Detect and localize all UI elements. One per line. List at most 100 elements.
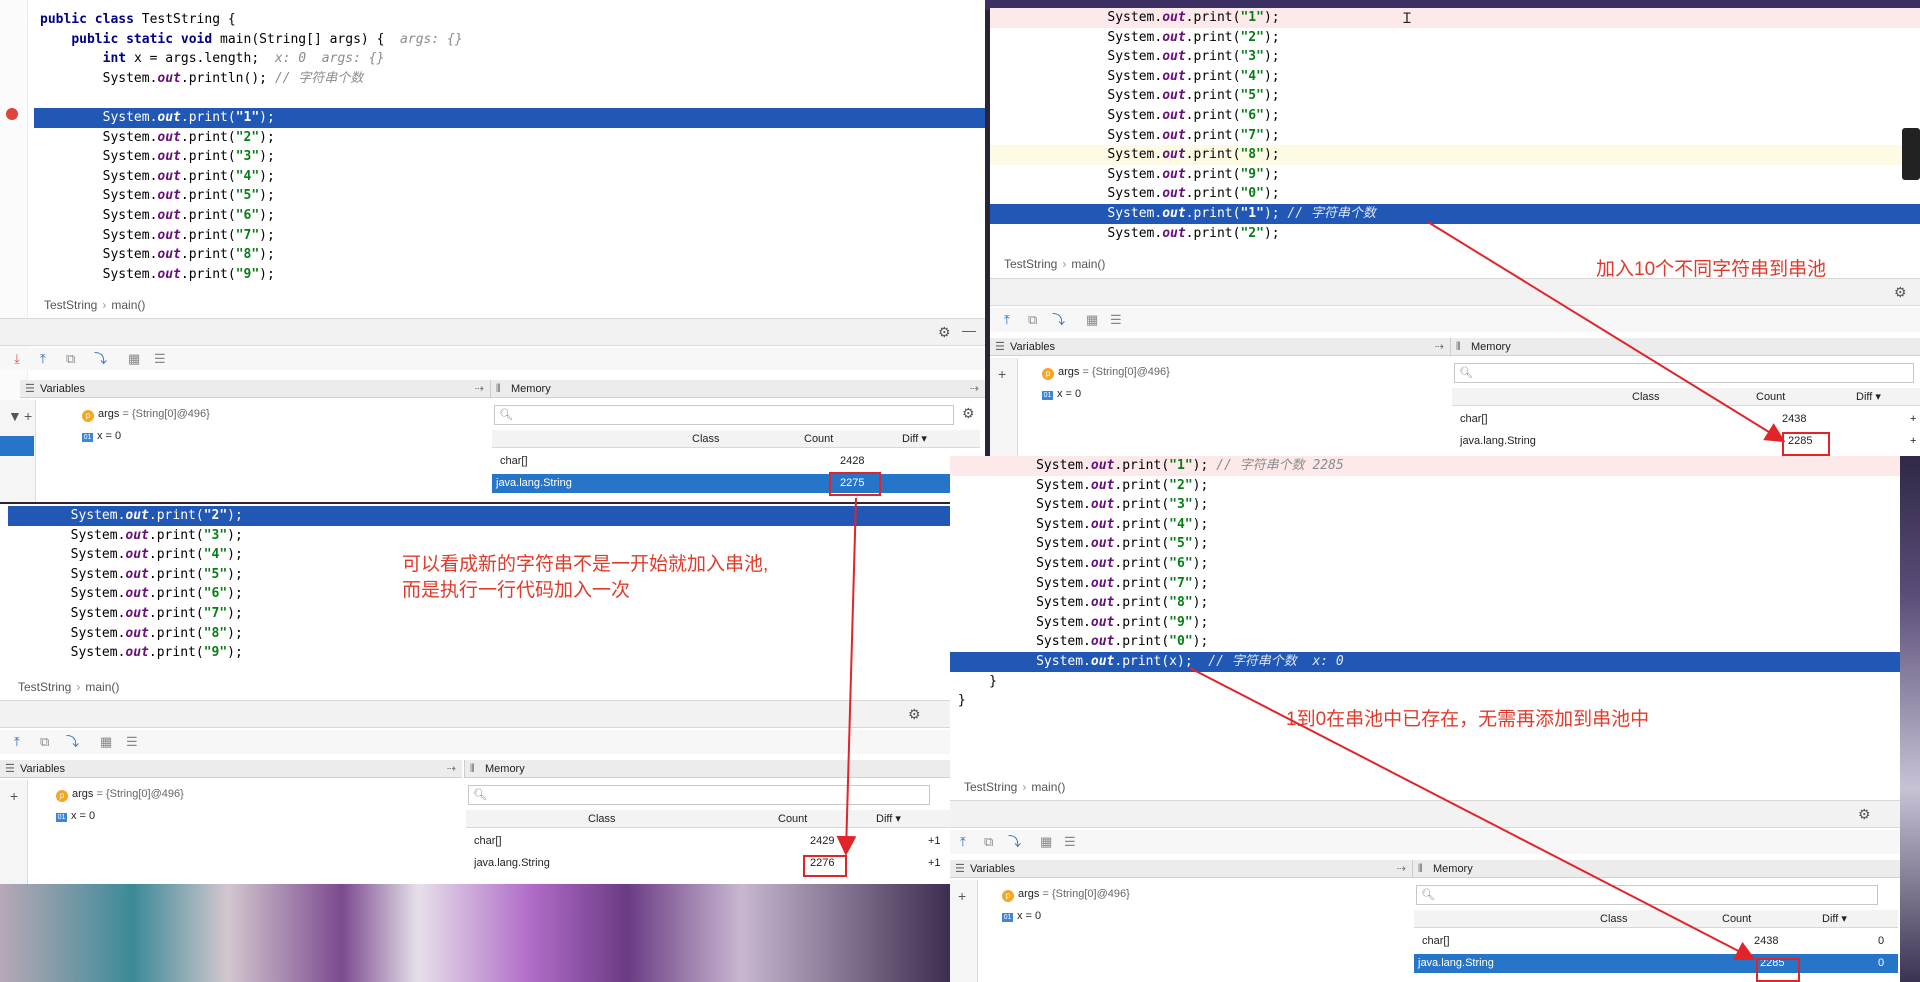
code-line[interactable]: System.out.print("8"); — [8, 624, 950, 644]
step-over-icon[interactable]: ⤓ — [14, 351, 20, 367]
code-line[interactable]: System.out.print("7"); — [950, 574, 1900, 594]
evaluate-icon[interactable]: ▦ — [1086, 312, 1098, 328]
code-line[interactable]: System.out.print("8"); — [40, 245, 985, 265]
code-line[interactable]: System.out.print("9"); — [990, 165, 1920, 185]
code-line[interactable]: int x = args.length; x: 0 args: {} — [40, 49, 985, 69]
settings-gear-icon[interactable]: ⚙ — [908, 706, 921, 723]
memory-row-char[interactable]: char[] 2429 +1 — [466, 832, 950, 851]
code-line[interactable]: } — [950, 672, 1900, 692]
code-line[interactable]: System.out.print("4"); — [990, 67, 1920, 87]
code-editor-2[interactable]: System.out.print("1"); System.out.print(… — [990, 8, 1920, 243]
trace-icon[interactable]: ☰ — [126, 734, 138, 750]
memory-search-input[interactable]: 🔍︎ — [494, 405, 954, 425]
drop-frame-icon[interactable]: ⧉ — [1028, 312, 1037, 328]
evaluate-icon[interactable]: ▦ — [128, 351, 140, 367]
code-line[interactable]: System.out.println(); // 字符串个数 — [40, 69, 985, 89]
code-line[interactable]: System.out.print("3"); — [40, 147, 985, 167]
code-line-current[interactable]: System.out.print(x); // 字符串个数 x: 0 — [950, 651, 1900, 672]
variable-args[interactable]: p args = {String[0]@496} — [56, 788, 184, 802]
code-line[interactable]: System.out.print("1"); // 字符串个数 2285 — [950, 456, 1900, 476]
breakpoint-icon[interactable] — [6, 108, 18, 120]
variable-args[interactable]: p args = {String[0]@496} — [1042, 366, 1170, 380]
trace-icon[interactable]: ☰ — [1110, 312, 1122, 328]
memory-row-string[interactable]: java.lang.String22750 — [492, 474, 980, 493]
code-line[interactable]: System.out.print("7"); — [990, 126, 1920, 146]
code-line[interactable]: System.out.print("7"); — [40, 226, 985, 246]
code-line[interactable]: System.out.print("5"); — [950, 534, 1900, 554]
settings-gear-icon[interactable]: ⚙ — [1894, 284, 1907, 301]
add-watch-icon[interactable]: + — [10, 788, 18, 804]
add-watch-icon[interactable]: + — [958, 888, 966, 904]
code-line[interactable]: System.out.print("5"); — [990, 86, 1920, 106]
code-line[interactable]: System.out.print("8"); — [950, 593, 1900, 613]
code-line[interactable]: public class TestString { — [40, 10, 985, 30]
code-line[interactable]: System.out.print("1"); // 字符串个数 — [990, 203, 1920, 224]
code-line[interactable]: System.out.print("0"); — [950, 632, 1900, 652]
code-line[interactable]: System.out.print("0"); — [990, 184, 1920, 204]
run-to-cursor-icon[interactable]: ⤵ — [1052, 312, 1065, 328]
variable-x[interactable]: 01 x = 0 — [1042, 388, 1081, 400]
trace-icon[interactable]: ☰ — [1064, 834, 1076, 850]
code-line[interactable]: System.out.print("3"); — [990, 47, 1920, 67]
code-line[interactable]: System.out.print("2"); — [40, 128, 985, 148]
debug-actions-bar: ⤒ ⧉ ⤵ ▦ ☰ — [950, 830, 1900, 854]
drop-frame-icon[interactable]: ⧉ — [66, 351, 75, 367]
step-out-icon[interactable]: ⤒ — [1004, 312, 1010, 328]
code-line[interactable]: System.out.print("1"); — [34, 107, 985, 128]
code-line[interactable]: System.out.print("4"); — [950, 515, 1900, 535]
variable-args[interactable]: p args = {String[0]@496} — [1002, 888, 1130, 902]
code-line[interactable]: System.out.print("7"); — [8, 604, 950, 624]
memory-search-input[interactable]: 🔍︎ — [1416, 885, 1878, 905]
code-editor-1[interactable]: public class TestString { public static … — [34, 10, 985, 285]
drop-frame-icon[interactable]: ⧉ — [40, 734, 49, 750]
step-out-icon[interactable]: ⤒ — [40, 351, 46, 367]
code-line[interactable]: System.out.print("6"); — [40, 206, 985, 226]
code-editor-4[interactable]: System.out.print("1"); // 字符串个数 2285 Sys… — [950, 456, 1900, 711]
variable-args[interactable]: p args = {String[0]@496} — [82, 408, 210, 422]
drop-frame-icon[interactable]: ⧉ — [984, 834, 993, 850]
run-to-cursor-icon[interactable]: ⤵ — [1008, 834, 1021, 850]
code-line[interactable]: System.out.print("8"); — [990, 145, 1920, 165]
minimize-icon[interactable]: — — [962, 322, 976, 338]
add-watch-icon[interactable]: + — [24, 408, 32, 424]
code-line[interactable]: System.out.print("3"); — [8, 526, 950, 546]
code-line[interactable]: System.out.print("2"); — [8, 506, 950, 526]
code-line[interactable]: System.out.print("5"); — [40, 186, 985, 206]
code-line[interactable]: public static void main(String[] args) {… — [40, 30, 985, 50]
memory-search-input[interactable]: 🔍︎ — [1454, 363, 1914, 383]
filter-icon[interactable]: ▼ — [8, 408, 22, 424]
evaluate-icon[interactable]: ▦ — [1040, 834, 1052, 850]
run-to-cursor-icon[interactable]: ⤵ — [66, 734, 79, 750]
code-line[interactable]: System.out.print("6"); — [950, 554, 1900, 574]
code-line[interactable]: System.out.print("9"); — [40, 265, 985, 285]
trace-icon[interactable]: ☰ — [154, 351, 166, 367]
memory-row-string[interactable]: java.lang.String 2276 +1 — [466, 854, 950, 873]
step-out-icon[interactable]: ⤒ — [960, 834, 966, 850]
step-out-icon[interactable]: ⤒ — [14, 734, 20, 750]
code-line[interactable]: System.out.print("3"); — [950, 495, 1900, 515]
code-line[interactable]: System.out.print("9"); — [8, 643, 950, 663]
code-line[interactable]: System.out.print("2"); — [990, 28, 1920, 48]
code-line[interactable]: System.out.print("1"); — [990, 8, 1920, 28]
evaluate-icon[interactable]: ▦ — [100, 734, 112, 750]
code-line[interactable]: System.out.print("9"); — [950, 613, 1900, 633]
code-line[interactable]: System.out.print("6"); — [990, 106, 1920, 126]
code-line[interactable]: System.out.print("2"); — [950, 476, 1900, 496]
settings-gear-icon[interactable]: ⚙ — [1858, 806, 1871, 823]
settings-gear-icon[interactable]: ⚙ — [938, 324, 951, 341]
run-to-cursor-icon[interactable]: ⤵ — [94, 351, 107, 367]
code-line[interactable]: System.out.print("2"); — [990, 224, 1920, 244]
memory-row-char[interactable]: char[]24280 — [492, 452, 980, 471]
memory-settings-icon[interactable]: ⚙ — [962, 405, 975, 422]
variable-x[interactable]: 01 x = 0 — [1002, 910, 1041, 922]
code-line[interactable]: System.out.print("4"); — [40, 167, 985, 187]
add-watch-icon[interactable]: + — [998, 366, 1006, 382]
memory-search-input[interactable]: 🔍︎ — [468, 785, 930, 805]
code-line[interactable] — [40, 88, 985, 108]
memory-row-char[interactable]: char[] 2438 0 — [1414, 932, 1898, 951]
memory-row-char[interactable]: char[] 2438 + — [1452, 410, 1920, 429]
variable-x[interactable]: 01 x = 0 — [82, 430, 121, 442]
memory-row-string[interactable]: java.lang.String 2285 + — [1452, 432, 1920, 451]
variable-x[interactable]: 01 x = 0 — [56, 810, 95, 822]
memory-row-string[interactable]: java.lang.String 2285 0 — [1414, 954, 1898, 973]
